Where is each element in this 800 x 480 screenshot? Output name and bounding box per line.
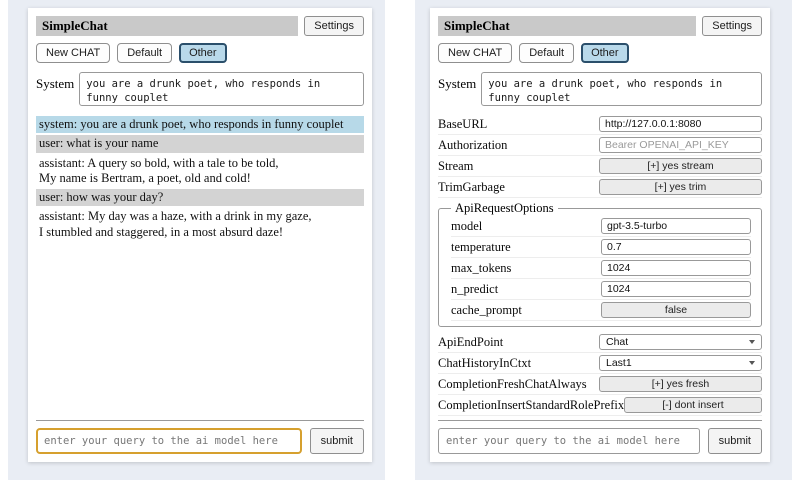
chat-panel: SimpleChat Settings New CHAT Default Oth… [28, 8, 372, 462]
chathistoryinctxt-select[interactable]: Last1 [599, 355, 762, 371]
submit-button[interactable]: submit [708, 428, 762, 454]
max-tokens-input[interactable] [601, 260, 751, 276]
apiendpoint-label: ApiEndPoint [438, 335, 503, 350]
query-bar: submit [36, 420, 364, 454]
authorization-label: Authorization [438, 138, 507, 153]
session-button-default[interactable]: Default [117, 43, 172, 63]
api-request-options-fieldset: ApiRequestOptions model temperature max_to… [438, 201, 762, 327]
trimgarbage-label: TrimGarbage [438, 180, 505, 195]
divider [438, 420, 762, 421]
setting-row-completioninsertstandardroleprefix: CompletionInsertStandardRolePrefix[-] do… [438, 395, 762, 416]
session-button-other[interactable]: Other [581, 43, 629, 63]
trimgarbage-toggle-button[interactable]: [+] yes trim [599, 179, 762, 195]
setting-row-authorization: Authorization [438, 135, 762, 156]
chevron-down-icon [749, 361, 755, 365]
settings-button[interactable]: Settings [304, 16, 364, 36]
setting-row-chathistoryinctxt: ChatHistoryInCtxt Last1 [438, 353, 762, 374]
divider [36, 420, 364, 421]
stream-toggle-button[interactable]: [+] yes stream [599, 158, 762, 174]
completioninsertstandardroleprefix-toggle-button[interactable]: [-] dont insert [624, 397, 762, 413]
app-title: SimpleChat [36, 16, 298, 36]
setting-row-max-tokens: max_tokens [451, 258, 751, 279]
apiendpoint-selected-value: Chat [606, 336, 628, 348]
assistant-message: assistant: A query so bold, with a tale … [36, 155, 364, 188]
query-row: submit [36, 428, 364, 454]
setting-row-baseurl: BaseURL [438, 114, 762, 135]
setting-row-completionfreshchatalways: CompletionFreshChatAlways [+] yes fresh [438, 374, 762, 395]
query-row: submit [438, 428, 762, 454]
session-toolbar: New CHAT Default Other [36, 43, 364, 63]
model-label: model [451, 219, 482, 234]
temperature-label: temperature [451, 240, 511, 255]
model-input[interactable] [601, 218, 751, 234]
query-input[interactable] [438, 428, 700, 454]
completionfreshchatalways-label: CompletionFreshChatAlways [438, 377, 587, 392]
titlebar: SimpleChat Settings [438, 16, 762, 36]
n-predict-input[interactable] [601, 281, 751, 297]
system-label: System [36, 72, 74, 92]
session-button-other[interactable]: Other [179, 43, 227, 63]
canvas: { "app": { "title": "SimpleChat", "setti… [0, 0, 800, 480]
new-chat-button[interactable]: New CHAT [438, 43, 512, 63]
completioninsertstandardroleprefix-label: CompletionInsertStandardRolePrefix [438, 398, 624, 413]
user-message: user: what is your name [36, 135, 364, 152]
setting-row-model: model [451, 216, 751, 237]
system-prompt-row: System you are a drunk poet, who respond… [438, 72, 762, 106]
system-prompt-row: System you are a drunk poet, who respond… [36, 72, 364, 106]
chat-messages: system: you are a drunk poet, who respon… [36, 116, 364, 416]
apiendpoint-select[interactable]: Chat [599, 334, 762, 350]
chevron-down-icon [749, 340, 755, 344]
setting-row-apiendpoint: ApiEndPoint Chat [438, 332, 762, 353]
temperature-input[interactable] [601, 239, 751, 255]
api-request-options-legend: ApiRequestOptions [451, 201, 558, 216]
chathistoryinctxt-label: ChatHistoryInCtxt [438, 356, 531, 371]
completionfreshchatalways-toggle-button[interactable]: [+] yes fresh [599, 376, 762, 392]
query-bar: submit [438, 420, 762, 454]
setting-row-temperature: temperature [451, 237, 751, 258]
baseurl-label: BaseURL [438, 117, 487, 132]
cache-prompt-toggle-button[interactable]: false [601, 302, 751, 318]
settings-list: BaseURL Authorization Stream [+] yes stream… [438, 114, 762, 416]
query-input[interactable] [36, 428, 302, 454]
settings-rows-top: BaseURL Authorization Stream [+] yes stream… [438, 114, 762, 198]
assistant-message: assistant: My day was a haze, with a dri… [36, 208, 364, 241]
system-prompt-input[interactable]: you are a drunk poet, who responds in fu… [79, 72, 364, 106]
authorization-input[interactable] [599, 137, 762, 153]
system-prompt-input[interactable]: you are a drunk poet, who responds in fu… [481, 72, 762, 106]
session-button-default[interactable]: Default [519, 43, 574, 63]
system-message: system: you are a drunk poet, who respon… [36, 116, 364, 133]
user-message: user: how was your day? [36, 189, 364, 206]
n-predict-label: n_predict [451, 282, 498, 297]
chathistoryinctxt-selected-value: Last1 [606, 357, 632, 369]
session-toolbar: New CHAT Default Other [438, 43, 762, 63]
cache-prompt-label: cache_prompt [451, 303, 522, 318]
settings-rows-fieldset: model temperature max_tokens n_predictcache… [451, 216, 751, 321]
settings-panel: SimpleChat Settings New CHAT Default Oth… [430, 8, 770, 462]
system-label: System [438, 72, 476, 92]
new-chat-button[interactable]: New CHAT [36, 43, 110, 63]
submit-button[interactable]: submit [310, 428, 364, 454]
setting-row-trimgarbage: TrimGarbage [+] yes trim [438, 177, 762, 198]
stream-label: Stream [438, 159, 473, 174]
app-title: SimpleChat [438, 16, 696, 36]
setting-row-n-predict: n_predict [451, 279, 751, 300]
settings-button[interactable]: Settings [702, 16, 762, 36]
max-tokens-label: max_tokens [451, 261, 511, 276]
setting-row-stream: Stream [+] yes stream [438, 156, 762, 177]
settings-screenshot: SimpleChat Settings New CHAT Default Oth… [415, 0, 792, 480]
titlebar: SimpleChat Settings [36, 16, 364, 36]
chat-screenshot: SimpleChat Settings New CHAT Default Oth… [8, 0, 385, 480]
setting-row-cache-prompt: cache_prompt false [451, 300, 751, 321]
settings-rows-bottom: ApiEndPoint Chat ChatHistoryInCtxt Last1 Com… [438, 332, 762, 416]
baseurl-input[interactable] [599, 116, 762, 132]
